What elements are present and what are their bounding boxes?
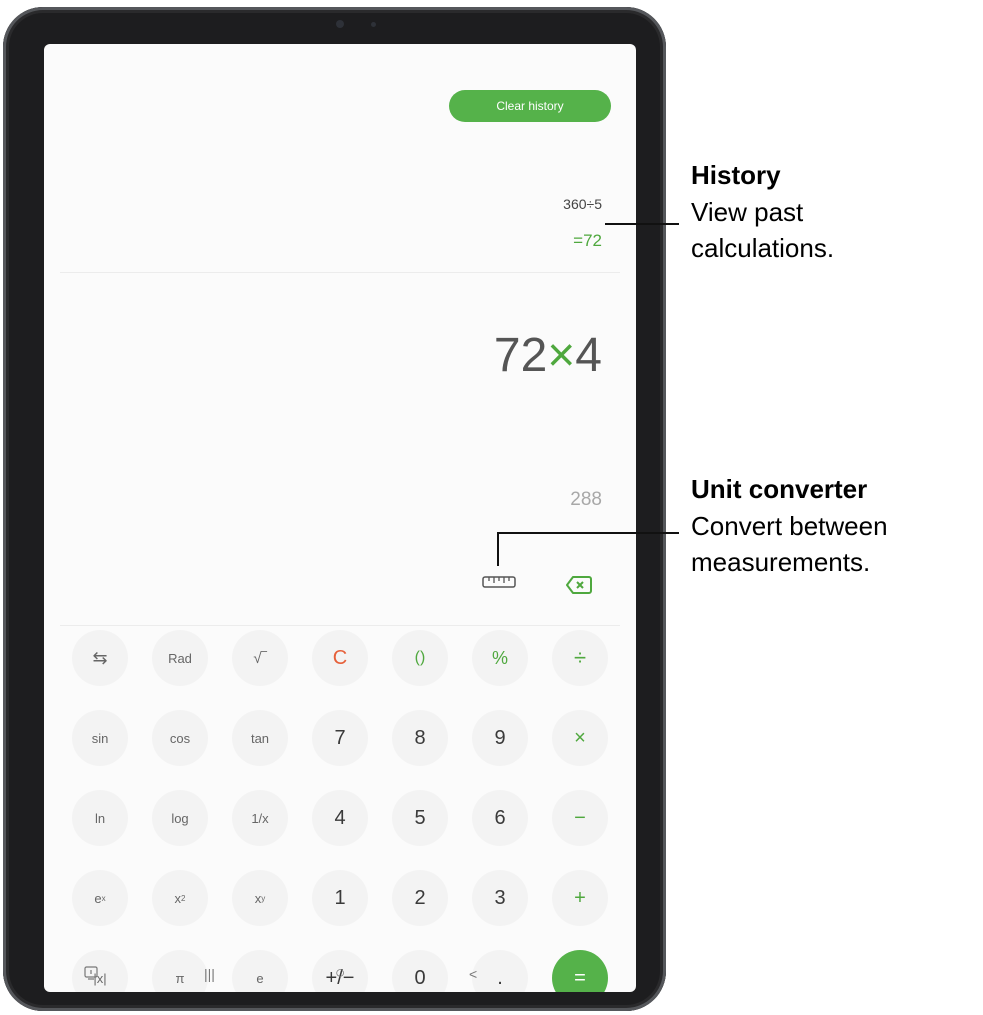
history-annotation-title: History [691,160,781,190]
back-nav-button[interactable]: < [469,966,477,982]
history-result[interactable]: =72 [573,231,602,251]
key-power-sup: y [261,893,266,903]
history-expression[interactable]: 360÷5 [563,196,602,212]
key-divide[interactable]: ÷ [552,630,608,686]
key-exp-base: e [94,890,102,906]
key-4[interactable]: 4 [312,790,368,846]
key-tan[interactable]: tan [232,710,288,766]
key-sin[interactable]: sin [72,710,128,766]
key-9[interactable]: 9 [472,710,528,766]
recents-nav-button[interactable]: ||| [204,966,215,982]
unit-annotation-title: Unit converter [691,474,868,504]
key-add[interactable]: + [552,870,608,926]
key-square[interactable]: x2 [152,870,208,926]
key-percent[interactable]: % [472,630,528,686]
history-annotation-line2: calculations. [691,233,835,263]
history-annotation-line1: View past [691,197,804,227]
history-callout-line [605,223,679,225]
key-power[interactable]: xy [232,870,288,926]
key-log[interactable]: log [152,790,208,846]
sensor [371,22,376,27]
unit-annotation-text: Convert between measurements. [691,508,888,580]
key-subtract[interactable]: − [552,790,608,846]
key-3[interactable]: 3 [472,870,528,926]
key-sqrt[interactable]: √‾ [232,630,288,686]
key-exp[interactable]: ex [72,870,128,926]
ruler-icon[interactable] [482,574,518,590]
key-cos[interactable]: cos [152,710,208,766]
key-exp-sup: x [101,893,106,903]
unit-annotation-line1: Convert between [691,511,888,541]
key-square-sup: 2 [181,893,186,903]
navigation-bar: ||| ○ < [44,960,636,992]
history-divider [60,272,620,273]
clear-history-button[interactable]: Clear history [449,90,611,122]
expression-display[interactable]: 72×4 [494,328,602,383]
expression-operand-a: 72 [493,329,548,382]
tablet-frame: Clear history 360÷5 =72 72×4 288 ⇆ Rad √… [3,7,666,1011]
key-8[interactable]: 8 [392,710,448,766]
key-clear[interactable]: C [312,630,368,686]
key-reciprocal[interactable]: 1/x [232,790,288,846]
expression-operand-b: 4 [575,329,602,382]
home-nav-button[interactable]: ○ [335,963,345,983]
unit-annotation-line2: measurements. [691,547,871,577]
front-camera [336,20,344,28]
expression-operator: × [547,329,576,382]
key-multiply[interactable]: × [552,710,608,766]
key-7[interactable]: 7 [312,710,368,766]
key-parentheses[interactable]: () [392,630,448,686]
key-swap[interactable]: ⇆ [72,630,128,686]
calculator-screen: Clear history 360÷5 =72 72×4 288 ⇆ Rad √… [44,44,636,992]
backspace-icon[interactable] [566,576,592,594]
unit-callout-stem [497,532,499,566]
key-rad[interactable]: Rad [152,630,208,686]
screenshot-icon[interactable] [84,966,98,980]
keypad-divider [60,625,620,626]
key-5[interactable]: 5 [392,790,448,846]
history-annotation-text: View past calculations. [691,194,834,266]
result-preview: 288 [570,489,602,510]
key-ln[interactable]: ln [72,790,128,846]
key-2[interactable]: 2 [392,870,448,926]
unit-callout-line [497,532,679,534]
key-6[interactable]: 6 [472,790,528,846]
key-1[interactable]: 1 [312,870,368,926]
